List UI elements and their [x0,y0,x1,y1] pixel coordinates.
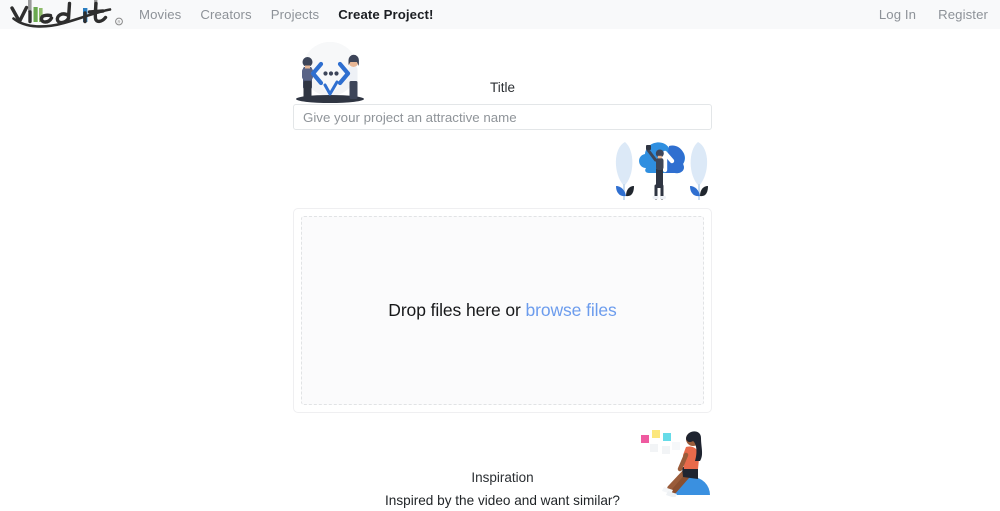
cloud-upload-illustration [607,130,715,208]
svg-text:R: R [117,20,120,25]
nav-link-create-project[interactable]: Create Project! [338,7,433,22]
viedit-logo-icon: R [10,0,123,28]
file-dropzone-inner[interactable]: Drop files here or browse files [301,216,704,405]
top-navbar: R Movies Creators Projects Create Projec… [0,0,1000,29]
inspiration-question: Inspired by the video and want similar? [385,493,620,508]
navbar-primary-links: Movies Creators Projects Create Project! [139,0,434,29]
nav-link-movies[interactable]: Movies [139,7,181,22]
nav-link-creators[interactable]: Creators [200,7,251,22]
two-people-exchange-illustration [289,37,371,107]
nav-link-projects[interactable]: Projects [271,7,319,22]
navbar-auth-links: Log In Register [879,0,988,29]
nav-link-register[interactable]: Register [938,7,988,22]
title-label: Title [489,80,515,95]
browse-files-link[interactable]: browse files [526,300,617,320]
create-project-page: Title Give your project an attractive na… [0,29,1000,511]
project-title-input[interactable] [293,104,712,130]
file-dropzone[interactable]: Drop files here or browse files [293,208,712,413]
inspiration-label: Inspiration [471,470,534,485]
person-sitting-on-ball-illustration [636,425,716,498]
nav-link-log-in[interactable]: Log In [879,7,916,22]
dropzone-prompt: Drop files here or browse files [388,300,617,321]
brand-logo[interactable]: R [6,0,130,31]
dropzone-prompt-text: Drop files here or [388,300,521,320]
